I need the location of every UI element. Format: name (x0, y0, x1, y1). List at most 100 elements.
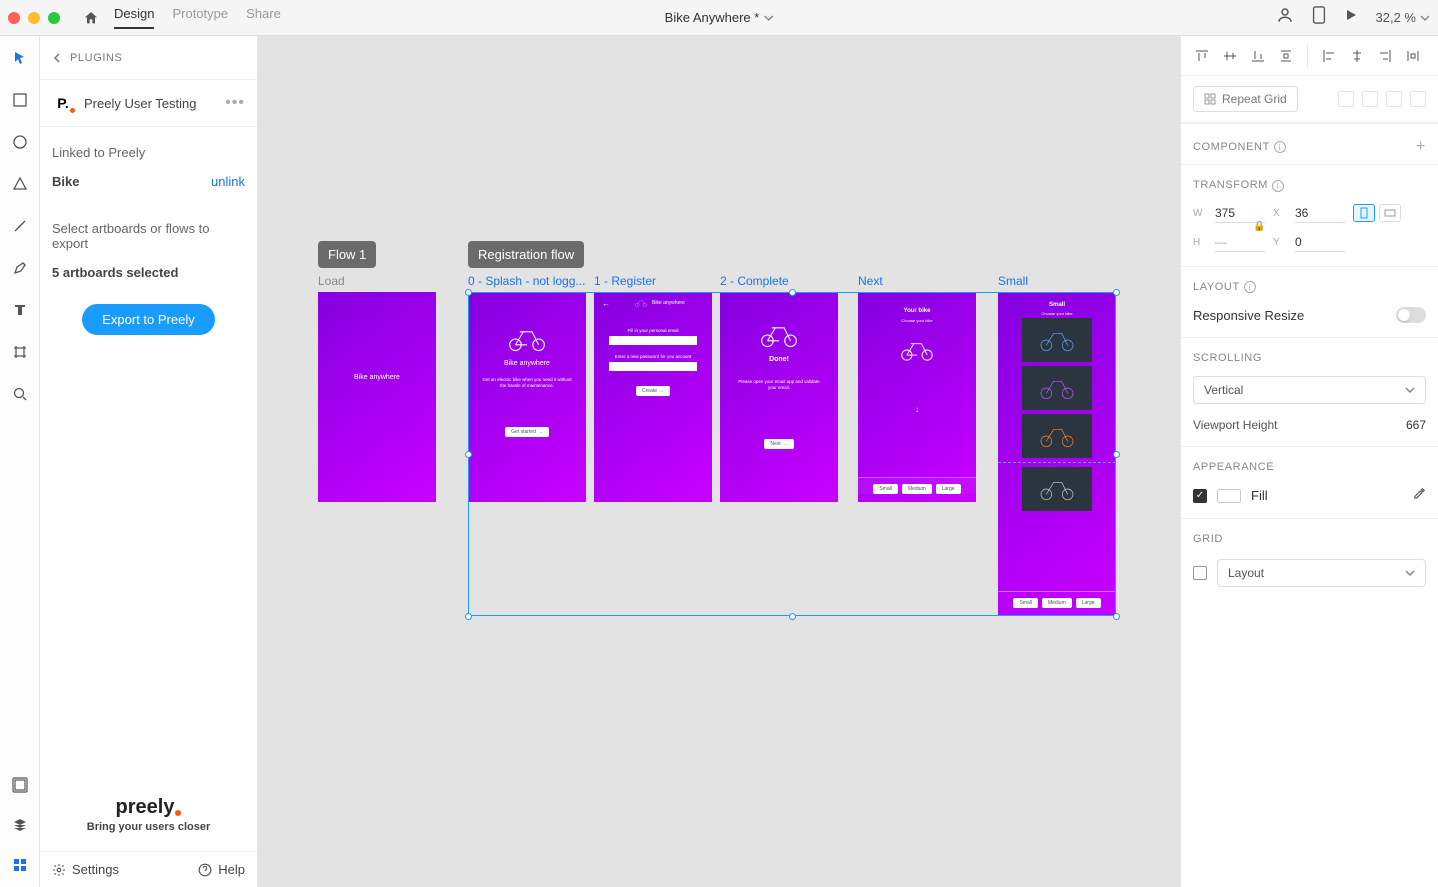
add-component-icon[interactable]: + (1416, 138, 1426, 156)
boolean-intersect-icon[interactable] (1386, 91, 1402, 107)
align-vcenter-icon[interactable] (1219, 45, 1241, 67)
info-icon[interactable]: i (1274, 141, 1286, 153)
artboard-label-small[interactable]: Small (998, 274, 1028, 288)
artboard-load[interactable]: Bike anywhere (318, 292, 436, 502)
select-tool[interactable] (8, 46, 32, 70)
topbar-right: 32,2 % (1276, 6, 1430, 29)
tab-design[interactable]: Design (114, 6, 154, 29)
plugin-more-icon[interactable]: ••• (225, 94, 245, 112)
avatar-icon[interactable] (1276, 6, 1294, 29)
tab-prototype[interactable]: Prototype (172, 6, 228, 29)
selection-handle[interactable] (789, 613, 796, 620)
transform-controls: W X 🔒 H — Y (1181, 200, 1438, 266)
mobile-preview-icon[interactable] (1312, 6, 1326, 29)
document-title-text: Bike Anywhere * (665, 10, 760, 25)
selection-handle[interactable] (1113, 451, 1120, 458)
portrait-icon[interactable] (1353, 204, 1375, 222)
ellipse-tool[interactable] (8, 130, 32, 154)
scrolling-select[interactable]: Vertical (1193, 376, 1426, 404)
maximize-window-button[interactable] (48, 12, 60, 24)
artboard-label-complete[interactable]: 2 - Complete (720, 274, 789, 288)
grid-checkbox[interactable] (1193, 566, 1207, 580)
tab-share[interactable]: Share (246, 6, 281, 29)
align-left-icon[interactable] (1318, 45, 1340, 67)
panel-footer: Settings Help (40, 851, 257, 887)
lock-icon[interactable]: 🔒 (1253, 221, 1265, 232)
scrolling-value: Vertical (1204, 383, 1243, 397)
layers-icon[interactable] (8, 813, 32, 837)
line-tool[interactable] (8, 214, 32, 238)
left-panel: PLUGINS P. Preely User Testing ••• Linke… (40, 36, 258, 887)
rectangle-tool[interactable] (8, 88, 32, 112)
artboard-label-splash[interactable]: 0 - Splash - not logg... (468, 274, 585, 288)
responsive-resize-toggle[interactable] (1396, 307, 1426, 323)
close-window-button[interactable] (8, 12, 20, 24)
info-icon[interactable]: i (1272, 180, 1284, 192)
plugins-header[interactable]: PLUGINS (40, 36, 257, 80)
distribute-h-icon[interactable] (1402, 45, 1424, 67)
preely-branding: preely Bring your users closer (40, 796, 257, 851)
grid-select[interactable]: Layout (1217, 559, 1426, 587)
gear-icon (52, 863, 66, 877)
chevron-down-icon (1405, 385, 1415, 395)
artboard-label-register[interactable]: 1 - Register (594, 274, 656, 288)
selection-handle[interactable] (1113, 613, 1120, 620)
landscape-icon[interactable] (1379, 204, 1401, 222)
boolean-subtract-icon[interactable] (1362, 91, 1378, 107)
minimize-window-button[interactable] (28, 12, 40, 24)
zoom-control[interactable]: 32,2 % (1376, 10, 1430, 25)
align-right-icon[interactable] (1374, 45, 1396, 67)
align-hcenter-icon[interactable] (1346, 45, 1368, 67)
pen-tool[interactable] (8, 256, 32, 280)
viewport-height-label: Viewport Height (1193, 418, 1278, 432)
distribute-v-icon[interactable] (1275, 45, 1297, 67)
settings-button[interactable]: Settings (52, 862, 119, 877)
fill-swatch[interactable] (1217, 489, 1241, 503)
fill-label: Fill (1251, 488, 1268, 503)
selection-handle[interactable] (465, 451, 472, 458)
canvas[interactable]: Flow 1 Registration flow Load 0 - Splash… (258, 36, 1180, 887)
boolean-add-icon[interactable] (1338, 91, 1354, 107)
align-top-icon[interactable] (1191, 45, 1213, 67)
viewport-height-value[interactable]: 667 (1406, 418, 1426, 432)
plugin-row[interactable]: P. Preely User Testing ••• (40, 80, 257, 127)
home-icon[interactable] (82, 9, 100, 27)
repeat-grid-button[interactable]: Repeat Grid (1193, 86, 1298, 112)
assets-icon[interactable] (8, 773, 32, 797)
x-input[interactable] (1295, 204, 1345, 223)
selection-handle[interactable] (465, 289, 472, 296)
mode-tabs: Design Prototype Share (114, 6, 281, 29)
flow-tag-1[interactable]: Flow 1 (318, 241, 376, 268)
artboard-tool[interactable] (8, 340, 32, 364)
selection-handle[interactable] (789, 289, 796, 296)
document-title[interactable]: Bike Anywhere * (665, 10, 774, 25)
section-title: SCROLLING (1193, 352, 1262, 364)
height-input[interactable]: — (1215, 233, 1265, 252)
play-icon[interactable] (1344, 8, 1358, 27)
artboard-label-next[interactable]: Next (858, 274, 883, 288)
brand-tagline: Bring your users closer (40, 821, 257, 833)
flow-tag-registration[interactable]: Registration flow (468, 241, 584, 268)
selection-handle[interactable] (465, 613, 472, 620)
zoom-tool[interactable] (8, 382, 32, 406)
text-tool[interactable] (8, 298, 32, 322)
export-button[interactable]: Export to Preely (82, 304, 215, 335)
selection-handle[interactable] (1113, 289, 1120, 296)
boolean-exclude-icon[interactable] (1410, 91, 1426, 107)
polygon-tool[interactable] (8, 172, 32, 196)
artboard-label-load[interactable]: Load (318, 274, 345, 288)
help-label: Help (218, 862, 245, 877)
responsive-resize-label: Responsive Resize (1193, 308, 1304, 323)
eyedropper-icon[interactable] (1412, 487, 1426, 504)
right-panel: Repeat Grid COMPONENT i + TRANSFORM i W X … (1180, 36, 1438, 887)
align-bottom-icon[interactable] (1247, 45, 1269, 67)
help-button[interactable]: Help (198, 862, 245, 877)
y-input[interactable] (1295, 233, 1345, 252)
unlink-button[interactable]: unlink (211, 174, 245, 189)
info-icon[interactable]: i (1244, 281, 1256, 293)
x-label: X (1273, 208, 1287, 219)
section-title: COMPONENT (1193, 141, 1270, 153)
section-title: TRANSFORM (1193, 179, 1268, 191)
fill-checkbox[interactable]: ✓ (1193, 489, 1207, 503)
plugins-icon[interactable] (8, 853, 32, 877)
